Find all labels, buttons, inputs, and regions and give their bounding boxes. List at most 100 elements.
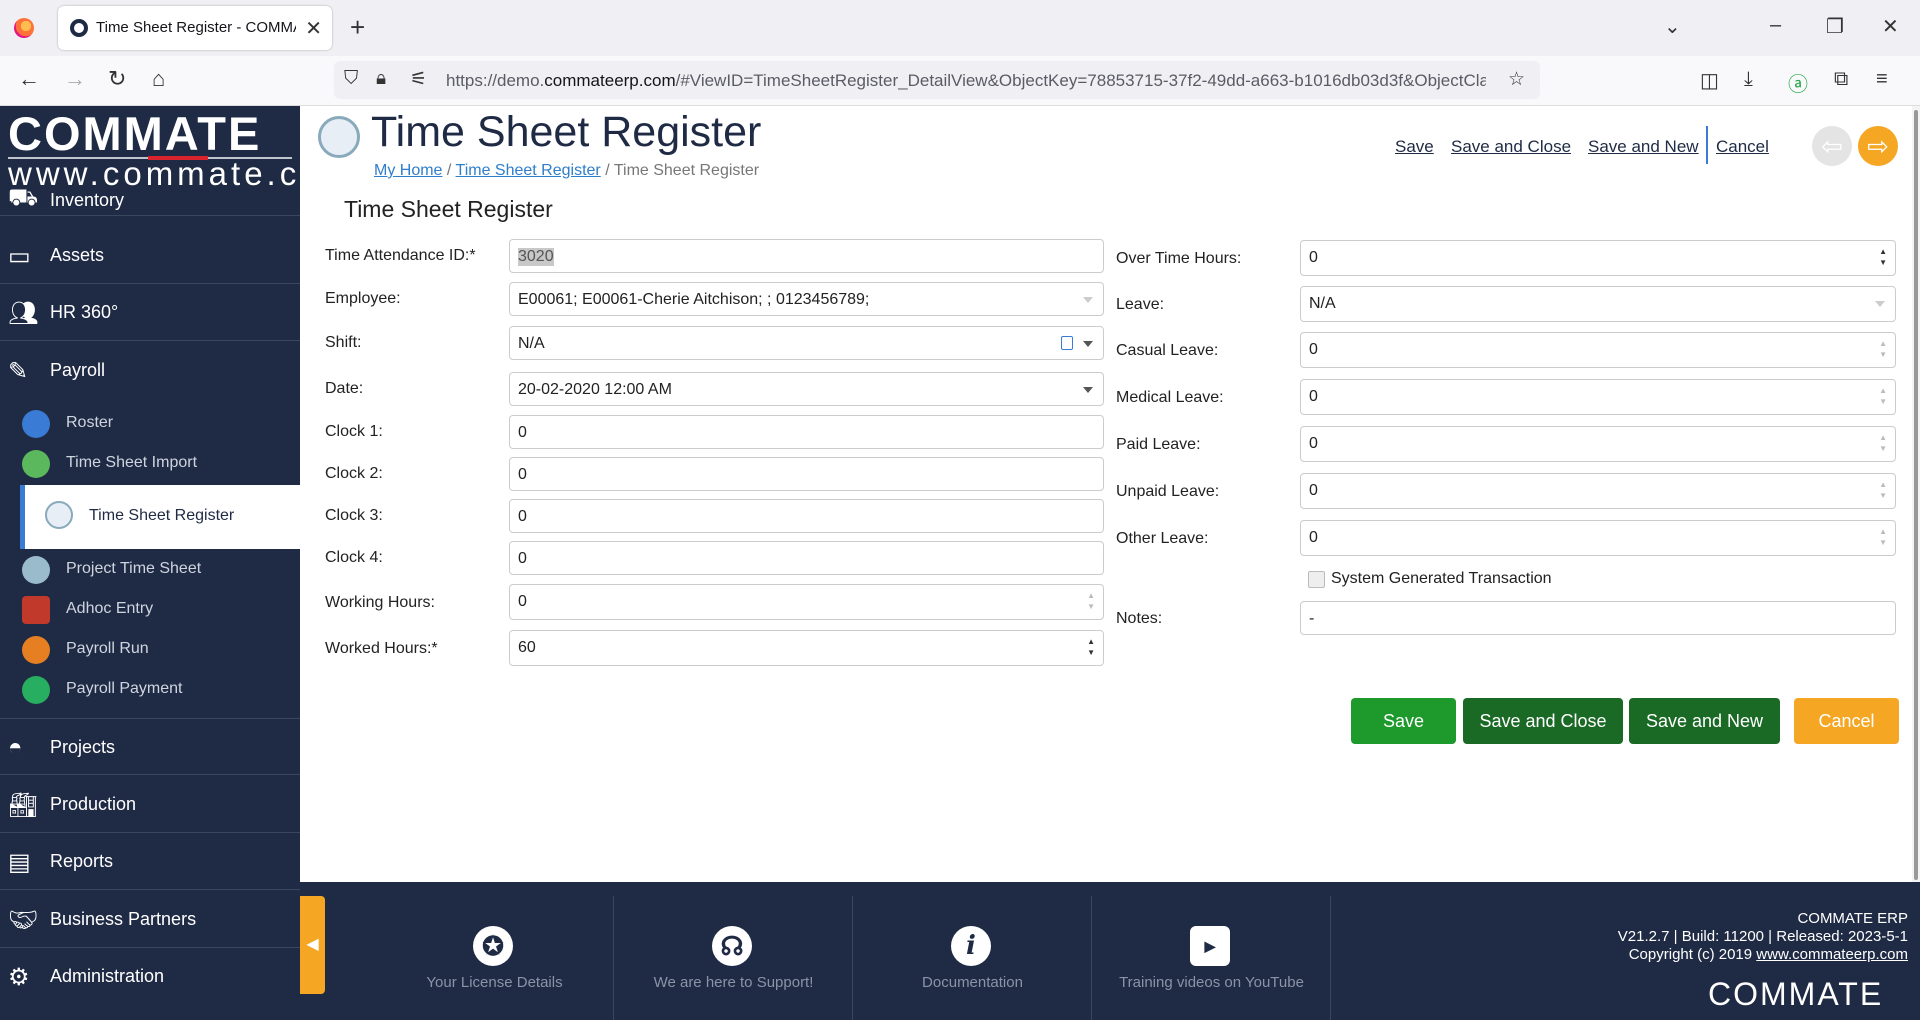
working-hours-label: Working Hours: [325,594,435,611]
sidebar-sub-project-time-sheet[interactable]: Project Time Sheet [0,549,300,589]
breadcrumb: My Home / Time Sheet Register / Time She… [374,162,760,179]
previous-record-icon[interactable]: ⇦ [1812,126,1852,166]
next-record-icon[interactable]: ⇨ [1858,126,1898,166]
clock3-field[interactable]: 0 [509,499,1104,533]
sidebar-item-production[interactable]: 🏭︎ Production [0,776,300,833]
spinner-arrows-icon[interactable]: ▲ ▼ [1879,479,1887,501]
top-save-new-link[interactable]: Save and New [1588,137,1699,157]
spinner-arrows-icon[interactable]: ▲ ▼ [1879,246,1887,268]
worked-hours-spinner[interactable]: 60 ▲ ▼ [509,630,1104,666]
url-text[interactable]: https://demo.commateerp.com/#ViewID=Time… [446,71,1486,91]
spinner-arrows-icon[interactable]: ▲ ▼ [1879,432,1887,454]
sidebar-item-projects[interactable]: ◓ Projects [0,718,300,775]
back-icon[interactable]: ← [18,66,40,92]
sidebar-item-inventory[interactable]: ⛟ Inventory [0,174,300,216]
top-cancel-link[interactable]: Cancel [1716,137,1769,157]
clock2-label: Clock 2: [325,465,383,482]
footer-youtube-link[interactable]: ▶ Training videos on YouTube [1092,896,1331,1020]
bookmark-star-icon[interactable]: ☆ [1508,68,1525,91]
chevron-down-icon[interactable] [1083,387,1093,393]
footer-site-link[interactable]: www.commateerp.com [1756,946,1908,963]
scrollbar-thumb[interactable] [1914,110,1918,880]
spinner-arrows-icon[interactable]: ▲ ▼ [1087,590,1095,612]
sidebar-sub-time-sheet-register[interactable]: Time Sheet Register [20,485,300,549]
shift-lookup[interactable]: N/A [509,326,1104,360]
clock2-field[interactable]: 0 [509,457,1104,491]
close-window-icon[interactable]: ✕ [1882,14,1899,39]
sidebar-sub-payroll-payment[interactable]: Payroll Payment [0,669,300,709]
spinner-arrows-icon[interactable]: ▲ ▼ [1879,526,1887,548]
paid-leave-spinner[interactable]: 0 ▲ ▼ [1300,426,1896,462]
browser-tabbar: Time Sheet Register - COMMATE ✕ + ⌄ – ❐ … [0,0,1920,56]
footer-support-link[interactable]: ☊ We are here to Support! [614,896,853,1020]
home-icon[interactable]: ⌂ [152,66,165,92]
top-save-close-link[interactable]: Save and Close [1451,137,1571,157]
sidebar-sub-roster[interactable]: Roster [0,403,300,443]
footer-license-link[interactable]: ✪ Your License Details [375,896,614,1020]
downloads-icon[interactable]: ⤓ [1744,68,1753,91]
unpaid-leave-spinner[interactable]: 0 ▲ ▼ [1300,473,1896,509]
cancel-button[interactable]: Cancel [1794,698,1899,744]
restore-icon[interactable]: ❐ [1826,14,1844,39]
leave-lookup[interactable]: N/A [1300,286,1896,322]
sidebar-sub-payroll-run[interactable]: Payroll Run [0,629,300,669]
spinner-arrows-icon[interactable]: ▲ ▼ [1879,385,1887,407]
edit-lookup-icon[interactable] [1061,336,1073,350]
save-button[interactable]: Save [1351,698,1456,744]
footer-documentation-link[interactable]: i Documentation [853,896,1092,1020]
new-tab-icon[interactable]: + [350,12,365,43]
firefox-icon[interactable] [14,18,34,38]
sidebar-item-business-partners[interactable]: 🤝︎ Business Partners [0,891,300,948]
lock-icon[interactable]: 🔒︎ [376,68,386,90]
pocket-icon[interactable]: ◫ [1700,68,1719,93]
tab-close-icon[interactable]: ✕ [305,16,322,41]
top-actions-divider [1706,126,1708,164]
save-new-button[interactable]: Save and New [1629,698,1780,744]
save-close-button[interactable]: Save and Close [1463,698,1623,744]
ribbon-icon: ✪ [473,926,513,966]
reload-icon[interactable]: ↻ [108,66,126,92]
sidebar-sub-time-sheet-import[interactable]: Time Sheet Import [0,443,300,483]
sidebar-item-payroll[interactable]: ✎ Payroll [0,342,300,399]
other-leave-spinner[interactable]: 0 ▲ ▼ [1300,520,1896,556]
casual-leave-label: Casual Leave: [1116,342,1219,359]
tab-list-icon[interactable]: ⌄ [1664,14,1681,39]
notes-field[interactable]: - [1300,601,1896,635]
extension-a-icon[interactable]: ⓐ [1788,68,1808,97]
minimize-icon[interactable]: – [1770,14,1781,37]
page-title: Time Sheet Register [371,108,762,156]
medical-leave-spinner[interactable]: 0 ▲ ▼ [1300,379,1896,415]
breadcrumb-current: Time Sheet Register [613,162,760,179]
system-generated-checkbox[interactable] [1308,571,1325,588]
date-picker[interactable]: 20-02-2020 12:00 AM [509,372,1104,406]
sidebar-item-hr360[interactable]: 👥︎ HR 360° [0,284,300,341]
clock4-field[interactable]: 0 [509,541,1104,575]
sidebar-collapse-toggle[interactable]: ◀ [300,896,325,994]
url-bar[interactable]: ⛉ 🔒︎ ⚟ https://demo.commateerp.com/#View… [334,61,1540,99]
breadcrumb-home-link[interactable]: My Home [374,162,442,179]
spinner-arrows-icon[interactable]: ▲ ▼ [1879,338,1887,360]
sidebar-item-administration[interactable]: ⚙ Administration [0,948,300,1005]
top-save-link[interactable]: Save [1395,137,1434,157]
sidebar-item-assets[interactable]: ▭ Assets [0,227,300,284]
clock1-field[interactable]: 0 [509,415,1104,449]
chevron-down-icon[interactable] [1875,301,1885,307]
chevron-down-icon[interactable] [1083,297,1093,303]
menu-hamburger-icon[interactable]: ≡ [1876,68,1888,91]
sidebar-item-reports[interactable]: ▤ Reports [0,833,300,890]
breadcrumb-list-link[interactable]: Time Sheet Register [456,162,601,179]
browser-tab[interactable]: Time Sheet Register - COMMATE ✕ [58,6,332,50]
over-time-hours-label: Over Time Hours: [1116,250,1242,267]
sidebar-sub-adhoc-entry[interactable]: Adhoc Entry [0,589,300,629]
forward-icon[interactable]: → [64,66,86,92]
over-time-hours-spinner[interactable]: 0 ▲ ▼ [1300,240,1896,276]
employee-lookup[interactable]: E00061; E00061-Cherie Aitchison; ; 01234… [509,282,1104,316]
casual-leave-spinner[interactable]: 0 ▲ ▼ [1300,332,1896,368]
time-attendance-id-field[interactable]: 3020 [509,239,1104,273]
spinner-arrows-icon[interactable]: ▲ ▼ [1087,636,1095,658]
permissions-icon[interactable]: ⚟ [410,68,427,91]
chevron-down-icon[interactable] [1083,341,1093,347]
extensions-icon[interactable]: ⧉ [1834,68,1848,91]
working-hours-spinner[interactable]: 0 ▲ ▼ [509,584,1104,620]
shield-icon[interactable]: ⛉ [344,68,358,90]
